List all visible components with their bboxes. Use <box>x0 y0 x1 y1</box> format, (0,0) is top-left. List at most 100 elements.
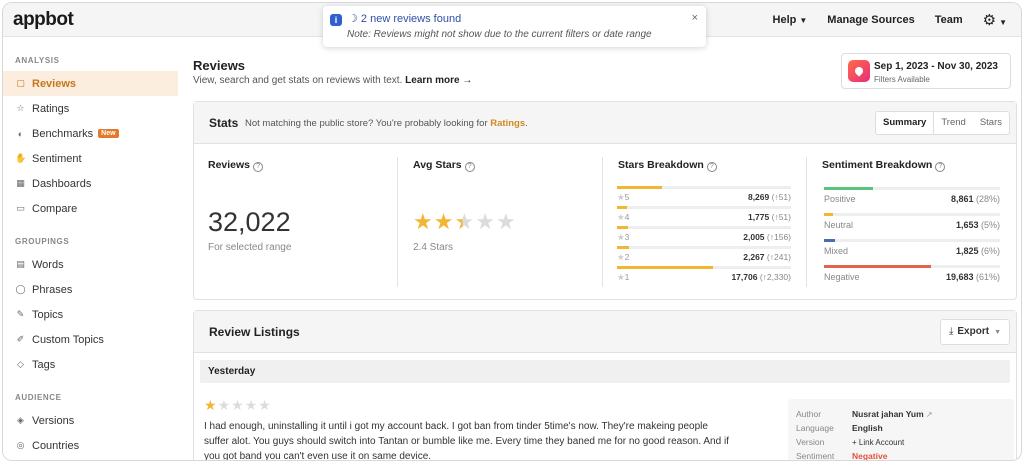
meta-key: Language <box>796 423 834 433</box>
date-group-header: Yesterday <box>200 360 1010 383</box>
sidebar-item-dashboards[interactable]: ▦ Dashboards <box>3 171 183 196</box>
sentiment-label: Positive <box>824 194 856 204</box>
stats-title: Stats <box>209 116 239 130</box>
sentiment-bar-track <box>824 239 1000 242</box>
sentiment-count: 1,825 <box>955 246 979 256</box>
breakdown-value: 17,706 (↑2,330) <box>731 272 791 282</box>
sidebar-item-compare[interactable]: ▭ Compare <box>3 196 183 221</box>
manage-sources-link[interactable]: Manage Sources <box>827 14 914 26</box>
help-icon[interactable]: ? <box>464 162 475 172</box>
export-button[interactable]: ⤓ Export ▼ <box>939 319 1010 345</box>
stats-note: Not matching the public store? You're pr… <box>245 118 528 129</box>
avg-stars-stat: Avg Stars? ★★★★★ 2.4 Stars <box>399 145 602 299</box>
sentiment-row[interactable]: Positive 8,861 (28%) <box>824 187 1000 212</box>
stars-breakdown-label: Stars Breakdown? <box>618 159 717 172</box>
close-icon[interactable]: × <box>692 12 698 24</box>
breakdown-count: 2,267 <box>743 252 765 262</box>
link-account-link[interactable]: + Link Account <box>852 438 904 447</box>
breakdown-row[interactable]: ★5 8,269 (↑51) <box>617 186 791 206</box>
sentiment-value[interactable]: Negative <box>852 451 887 460</box>
star-icon: ★ <box>617 232 625 242</box>
sidebar-item-label: Versions <box>32 414 75 427</box>
breakdown-row[interactable]: ★2 2,267 (↑241) <box>617 246 791 266</box>
star-icon: ★ <box>433 209 455 234</box>
star-icon: ★ <box>617 192 625 202</box>
settings-menu[interactable]: ⚙ ▼ <box>983 11 1007 29</box>
sentiment-value: 1,653 (5%) <box>956 220 1000 230</box>
sentiment-row[interactable]: Negative 19,683 (61%) <box>824 265 1000 290</box>
breakdown-bar-track <box>617 206 791 209</box>
help-icon[interactable]: ? <box>253 162 264 172</box>
star-icon: ★ <box>617 212 625 222</box>
sidebar-item-label: Dashboards <box>32 177 92 190</box>
sidebar-item-words[interactable]: ▤ Words <box>3 252 183 277</box>
team-link[interactable]: Team <box>935 14 963 26</box>
breakdown-row[interactable]: ★1 17,706 (↑2,330) <box>617 266 791 286</box>
top-nav: Help ▼ Manage Sources Team ⚙ ▼ <box>773 3 1007 37</box>
half-star-icon: ★ <box>454 209 476 234</box>
tab-summary[interactable]: Summary <box>876 112 935 134</box>
ratings-link[interactable]: Ratings <box>490 118 525 129</box>
date-range-text: Sep 1, 2023 - Nov 30, 2023 <box>874 61 998 72</box>
help-icon[interactable]: ? <box>935 162 946 172</box>
avg-stars-value: 2.4 Stars <box>413 242 454 253</box>
sentiment-row[interactable]: Neutral 1,653 (5%) <box>824 213 1000 238</box>
stats-header: Stats Not matching the public store? You… <box>194 102 1016 144</box>
star-icon: ★ <box>475 209 496 234</box>
breakdown-delta: (↑2,330) <box>759 272 791 282</box>
sidebar-item-label: Countries <box>32 439 80 452</box>
breakdown-row[interactable]: ★4 1,775 (↑51) <box>617 206 791 226</box>
author-name[interactable]: Nusrat jahan Yum <box>852 409 924 419</box>
help-icon[interactable]: ? <box>706 162 717 172</box>
sidebar-item-reviews[interactable]: ▢ Reviews <box>3 71 178 96</box>
sidebar-item-label: Custom Topics <box>32 333 104 346</box>
thumbs-up-icon: ✋ <box>15 153 27 163</box>
sidebar-item-topics[interactable]: ✎ Topics <box>3 302 183 327</box>
sidebar-item-custom-topics[interactable]: ✐ Custom Topics <box>3 327 183 352</box>
sentiment-pct: (5%) <box>980 220 1000 230</box>
reviews-count: 32,022 <box>208 207 291 237</box>
date-range-picker[interactable]: Sep 1, 2023 - Nov 30, 2023 Filters Avail… <box>841 53 1011 89</box>
tab-trend[interactable]: Trend <box>934 112 972 134</box>
breakdown-count: 2,005 <box>743 232 765 242</box>
sidebar-item-versions[interactable]: ◈ Versions <box>3 408 183 433</box>
sentiment-bar-fill <box>824 265 932 268</box>
avg-stars-label-text: Avg Stars <box>413 159 462 171</box>
topics-icon: ✎ <box>16 309 25 319</box>
new-reviews-toast: i ☽ 2 new reviews found Note: Reviews mi… <box>323 6 706 47</box>
sidebar-item-phrases[interactable]: ◯ Phrases <box>3 277 183 302</box>
tab-stars[interactable]: Stars <box>973 112 1009 134</box>
reviews-stat-label: Reviews? <box>208 159 264 172</box>
sidebar-item-ratings[interactable]: ☆ Ratings <box>3 96 183 121</box>
breakdown-delta: (↑51) <box>771 212 791 222</box>
review-text: I had enough, uninstalling it until i go… <box>204 421 729 461</box>
sidebar-item-tags[interactable]: ◇ Tags <box>3 352 183 377</box>
divider <box>806 157 807 287</box>
breakdown-stars: 1 <box>624 272 630 282</box>
language-value: English <box>852 423 883 433</box>
sentiment-value: 1,825 (6%) <box>956 246 1000 256</box>
sidebar-item-countries[interactable]: ◎ Countries <box>3 433 183 458</box>
breakdown-value: 8,269 (↑51) <box>748 192 791 202</box>
meta-key: Author <box>796 409 822 419</box>
appbot-logo[interactable]: appbot <box>13 9 74 31</box>
dashboard-icon: ▦ <box>16 178 25 188</box>
sentiment-value: 8,861 (28%) <box>951 194 1000 204</box>
sentiment-row[interactable]: Mixed 1,825 (6%) <box>824 239 1000 264</box>
meta-author: Author Nusrat jahan Yum ↗ <box>796 409 933 423</box>
sentiment-pct: (28%) <box>975 194 1000 204</box>
external-link-icon[interactable]: ↗ <box>924 410 933 419</box>
sidebar-item-sentiment[interactable]: ✋ Sentiment <box>3 146 183 171</box>
toast-title[interactable]: ☽ 2 new reviews found <box>348 12 461 25</box>
breakdown-row[interactable]: ★3 2,005 (↑156) <box>617 226 791 246</box>
avg-stars-label: Avg Stars? <box>413 159 475 172</box>
learn-more-link[interactable]: Learn more → <box>405 75 472 86</box>
toast-note: Note: Reviews might not show due to the … <box>347 29 652 40</box>
help-menu[interactable]: Help ▼ <box>773 14 808 26</box>
avg-stars-rating: ★★★★★ <box>413 209 517 235</box>
breakdown-star-label: ★5 <box>617 192 629 203</box>
sidebar-item-benchmarks[interactable]: ◐ Benchmarks New <box>3 121 183 146</box>
stats-columns: Reviews? 32,022 For selected range Avg S… <box>194 145 1016 299</box>
stats-panel: Stats Not matching the public store? You… <box>193 101 1017 300</box>
sidebar-item-label: Compare <box>32 202 78 215</box>
